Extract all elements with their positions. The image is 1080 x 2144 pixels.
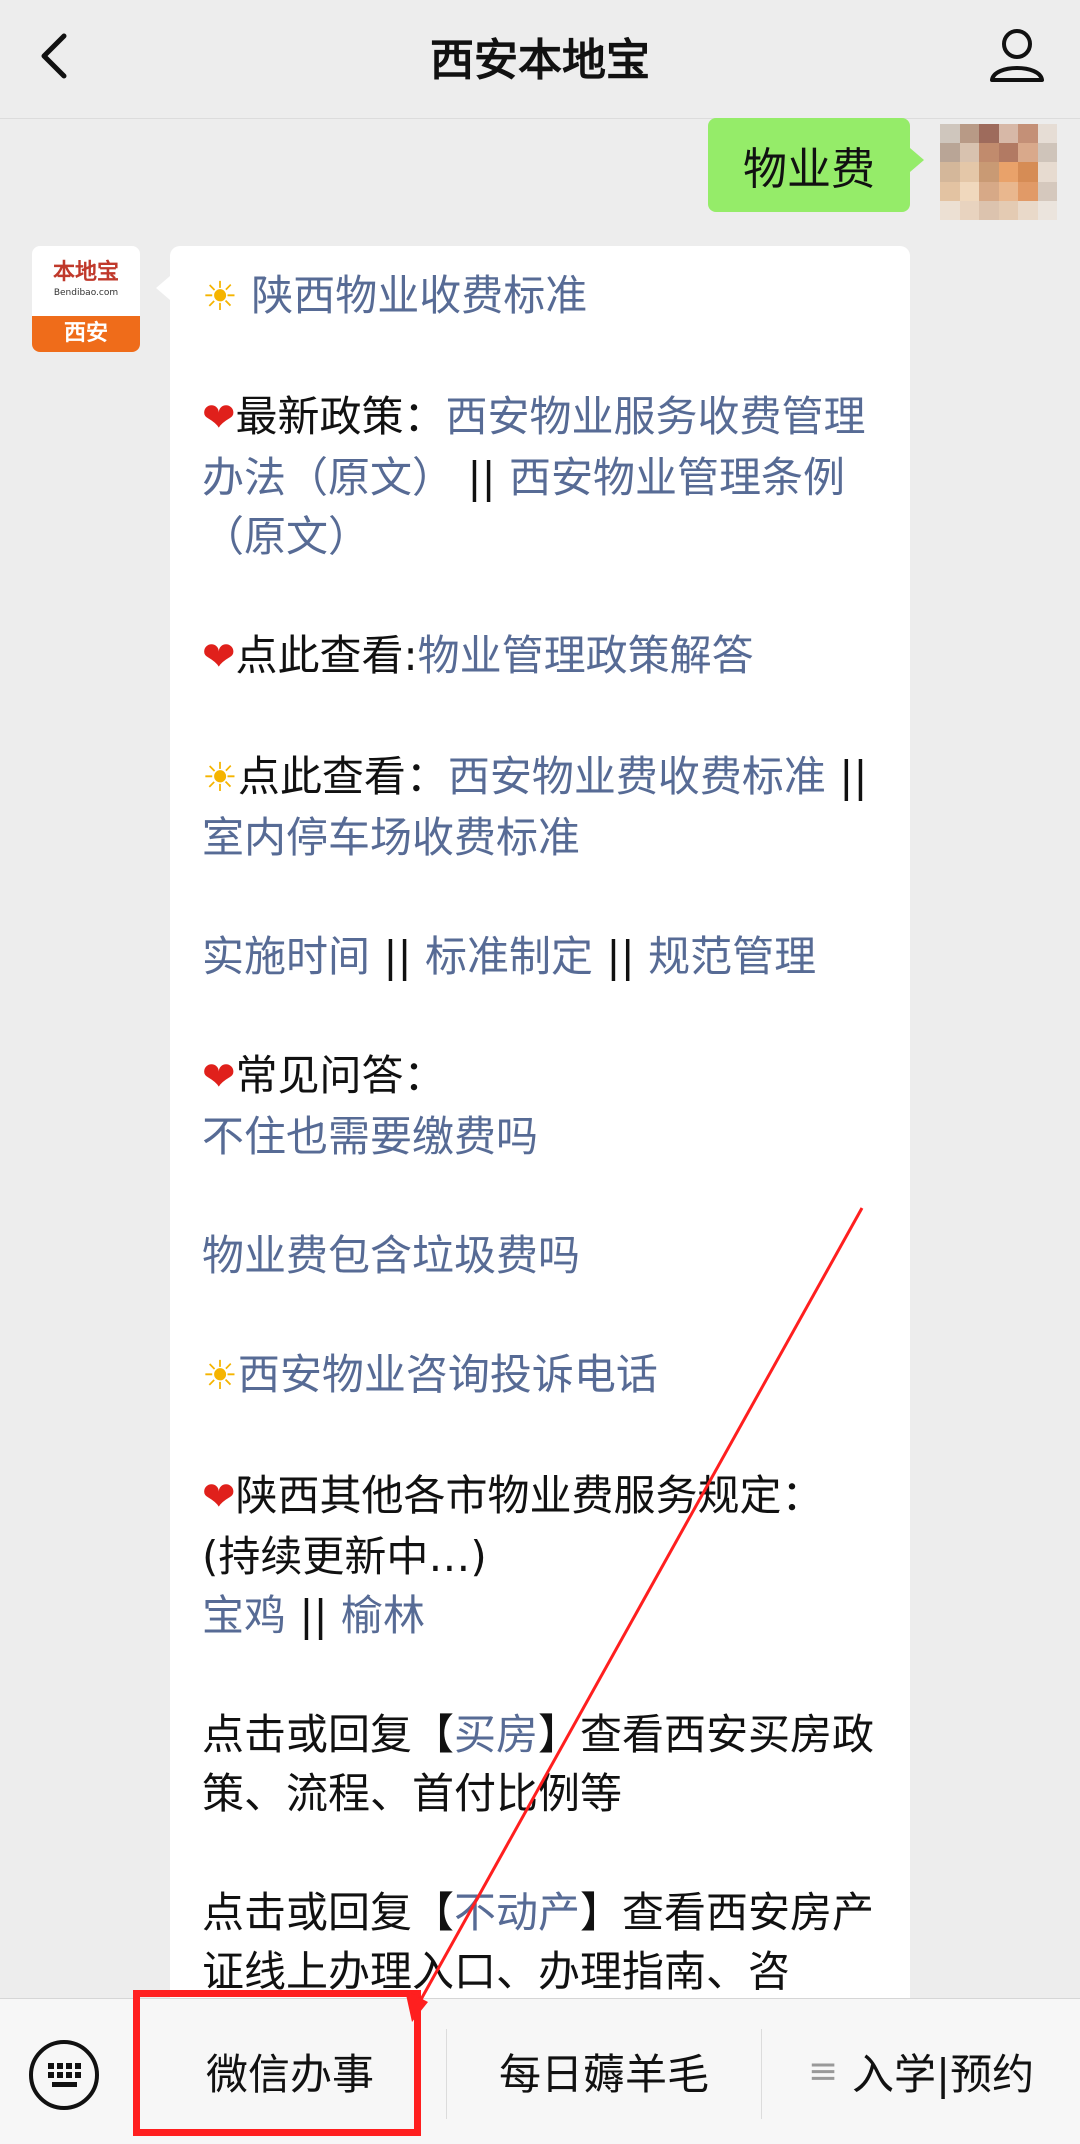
label-click-view: 点此查看: bbox=[235, 631, 418, 680]
top-bar: 西安本地宝 bbox=[0, 0, 1080, 119]
heart-emoji-icon: ❤ bbox=[202, 1474, 236, 1520]
link-yulin[interactable]: 榆林 bbox=[341, 1591, 425, 1640]
message-block: ☀西安物业咨询投诉电话 bbox=[202, 1345, 892, 1406]
official-account-avatar[interactable]: 本地宝 Bendibao.com 西安 bbox=[32, 246, 140, 352]
heart-emoji-icon: ❤ bbox=[202, 1054, 236, 1100]
message-block: ❤陕西其他各市物业费服务规定： (持续更新中…) 宝鸡 || 榆林 bbox=[202, 1466, 892, 1645]
bendibao-logo: 本地宝 Bendibao.com bbox=[52, 259, 119, 298]
separator: || bbox=[839, 752, 868, 801]
link-policy-answers[interactable]: 物业管理政策解答 bbox=[418, 631, 754, 680]
label-faq: 常见问答： bbox=[235, 1051, 446, 1100]
page-title: 西安本地宝 bbox=[430, 35, 650, 86]
menu-item-daily-deals[interactable]: 每日薅羊毛 bbox=[448, 1999, 760, 2144]
link-includes-garbage-fee[interactable]: 物业费包含垃圾费吗 bbox=[202, 1231, 580, 1280]
label-reply-prefix: 点击或回复【 bbox=[202, 1888, 455, 1937]
bot-message-content: ☀ 陕西物业收费标准 ❤最新政策：西安物业服务收费管理办法（原文） || 西安物… bbox=[202, 266, 892, 1998]
label-click-view: 点此查看： bbox=[237, 752, 448, 801]
message-block: ☀ 陕西物业收费标准 bbox=[202, 266, 892, 327]
sun-emoji-icon: ☀ bbox=[202, 1353, 238, 1399]
link-baoji[interactable]: 宝鸡 bbox=[202, 1591, 286, 1640]
message-block: 实施时间 || 标准制定 || 规范管理 bbox=[202, 927, 892, 986]
label-other-cities: 陕西其他各市物业费服务规定： bbox=[235, 1471, 824, 1520]
separator: || bbox=[467, 453, 496, 502]
message-block: 点击或回复【不动产】查看西安房产证线上办理入口、办理指南、咨 bbox=[202, 1883, 892, 1998]
link-shaanxi-fee-standard[interactable]: 陕西物业收费标准 bbox=[251, 271, 587, 320]
menu-item-enrollment-booking[interactable]: ≡ 入学|预约 bbox=[762, 1999, 1080, 2144]
separator: || bbox=[606, 932, 635, 981]
label-updating: (持续更新中…) bbox=[202, 1532, 487, 1581]
keyboard-icon bbox=[29, 2040, 99, 2110]
sun-emoji-icon: ☀ bbox=[202, 755, 238, 801]
profile-button[interactable] bbox=[982, 20, 1052, 92]
link-complaint-hotline[interactable]: 西安物业咨询投诉电话 bbox=[238, 1350, 658, 1399]
user-message-bubble[interactable]: 物业费 bbox=[708, 118, 924, 212]
link-pay-if-not-living[interactable]: 不住也需要缴费吗 bbox=[202, 1112, 538, 1161]
link-parking-fee-standard[interactable]: 室内停车场收费标准 bbox=[202, 813, 580, 862]
menu-item-label: 微信办事 bbox=[205, 2050, 374, 2099]
heart-emoji-icon: ❤ bbox=[202, 395, 236, 441]
chat-area[interactable]: 物业费 本地宝 Bendibao.com 西安 ☀ 陕西物业收费标准 ❤最新政策… bbox=[0, 118, 1080, 1998]
bottom-menu-bar: 微信办事 每日薅羊毛 ≡ 入学|预约 bbox=[0, 1998, 1080, 2144]
heart-emoji-icon: ❤ bbox=[202, 634, 236, 680]
message-block: ❤点此查看:物业管理政策解答 bbox=[202, 626, 892, 687]
keyboard-toggle-button[interactable] bbox=[26, 2037, 102, 2113]
message-block: 点击或回复【买房】查看西安买房政策、流程、首付比例等 bbox=[202, 1705, 892, 1823]
back-button[interactable] bbox=[28, 20, 88, 92]
link-regulated-management[interactable]: 规范管理 bbox=[648, 932, 816, 981]
logo-city-label: 西安 bbox=[32, 316, 140, 352]
separator: || bbox=[299, 1591, 328, 1640]
message-block: 物业费包含垃圾费吗 bbox=[202, 1226, 892, 1285]
link-standard-setting[interactable]: 标准制定 bbox=[425, 932, 593, 981]
menu-lines-icon: ≡ bbox=[807, 2051, 838, 2092]
link-buy-house[interactable]: 买房 bbox=[454, 1710, 538, 1759]
link-implementation-time[interactable]: 实施时间 bbox=[202, 932, 370, 981]
user-message-text: 物业费 bbox=[743, 144, 875, 195]
label-reply-prefix: 点击或回复【 bbox=[202, 1710, 455, 1759]
message-block: ❤最新政策：西安物业服务收费管理办法（原文） || 西安物业管理条例（原文） bbox=[202, 387, 892, 566]
link-xian-fee-standard[interactable]: 西安物业费收费标准 bbox=[448, 752, 826, 801]
menu-item-label: 入学|预约 bbox=[852, 2050, 1035, 2099]
user-avatar[interactable] bbox=[940, 124, 1057, 220]
person-icon bbox=[990, 29, 1044, 82]
message-block: ☀点此查看：西安物业费收费标准 || 室内停车场收费标准 bbox=[202, 747, 892, 867]
label-latest-policy: 最新政策： bbox=[235, 392, 446, 441]
link-real-estate[interactable]: 不动产 bbox=[454, 1888, 580, 1937]
menu-divider bbox=[446, 2029, 447, 2119]
bot-message-bubble: ☀ 陕西物业收费标准 ❤最新政策：西安物业服务收费管理办法（原文） || 西安物… bbox=[156, 246, 910, 1998]
menu-item-wechat-services[interactable]: 微信办事 bbox=[135, 1999, 445, 2144]
menu-item-label: 每日薅羊毛 bbox=[498, 2050, 709, 2099]
message-block: ❤常见问答： 不住也需要缴费吗 bbox=[202, 1046, 892, 1166]
back-arrow-icon bbox=[41, 33, 67, 79]
separator: || bbox=[383, 932, 412, 981]
sun-emoji-icon: ☀ bbox=[202, 274, 238, 320]
